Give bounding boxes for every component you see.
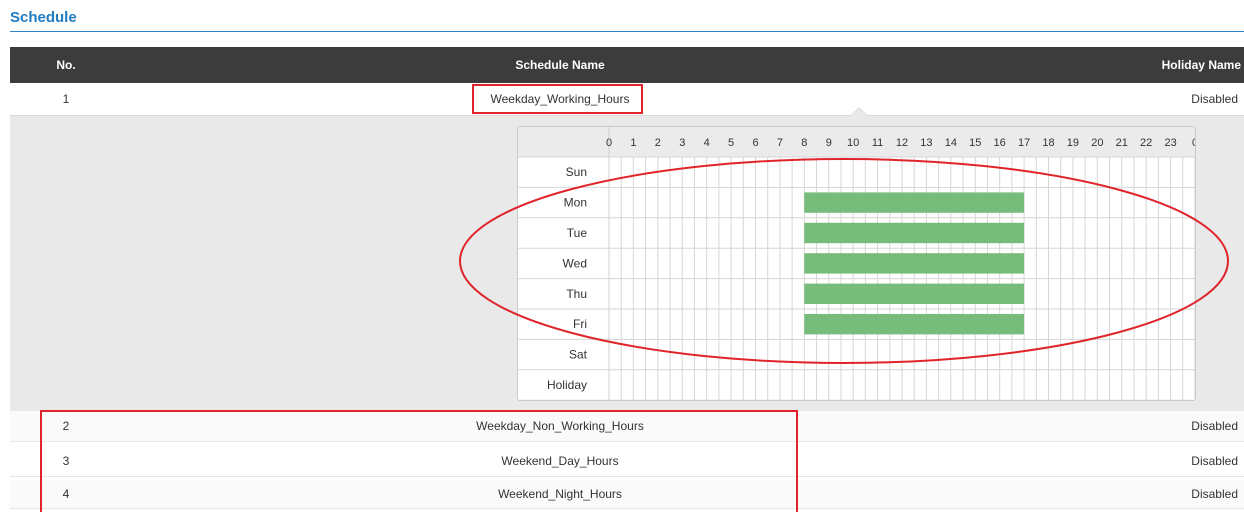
day-label: Sun: [566, 165, 587, 179]
holiday-name: Disabled: [1191, 419, 1238, 433]
hour-label: 12: [896, 137, 908, 149]
hour-label: 22: [1140, 137, 1152, 149]
schedule-name-link[interactable]: Weekday_Working_Hours: [360, 83, 760, 115]
day-label: Fri: [573, 317, 587, 331]
hour-label: 6: [752, 137, 758, 149]
hour-label: 11: [872, 137, 883, 149]
hour-label: 8: [801, 137, 807, 149]
holiday-name: Disabled: [1191, 487, 1238, 501]
hour-label: 10: [847, 137, 859, 149]
day-label: Tue: [567, 226, 588, 240]
active-time-block: [804, 283, 1025, 304]
column-header-holiday-name: Holiday Name: [1161, 58, 1241, 72]
table-row[interactable]: 3 Weekend_Day_Hours Disabled: [10, 446, 1244, 477]
column-header-schedule-name: Schedule Name: [515, 58, 605, 72]
hour-label: 16: [994, 137, 1006, 149]
hour-label: 17: [1018, 137, 1030, 149]
schedule-name-link[interactable]: Weekday_Non_Working_Hours: [360, 411, 760, 441]
hour-label: 20: [1091, 137, 1103, 149]
row-number: 2: [62, 419, 70, 433]
day-label: Mon: [564, 196, 587, 210]
hour-label: 2: [655, 137, 661, 149]
row-number: 1: [62, 92, 70, 106]
active-time-block: [804, 222, 1025, 244]
hour-label: 9: [826, 137, 832, 149]
row-number: 3: [62, 454, 70, 468]
hour-label: 0: [1192, 137, 1195, 149]
column-header-no: No.: [56, 58, 76, 72]
active-time-block: [804, 314, 1025, 335]
row-number: 4: [62, 487, 70, 501]
day-label: Sat: [569, 348, 588, 362]
schedule-detail-panel: 012345678910111213141516171819202122230S…: [10, 107, 1244, 411]
hour-label: 7: [777, 137, 783, 149]
title-divider: [10, 31, 1244, 32]
schedule-grid: 012345678910111213141516171819202122230S…: [517, 126, 1196, 401]
holiday-name: Disabled: [1191, 92, 1238, 106]
hour-label: 18: [1042, 137, 1054, 149]
active-time-block: [804, 192, 1025, 213]
hour-label: 13: [920, 137, 932, 149]
schedule-name-link[interactable]: Weekend_Day_Hours: [360, 446, 760, 476]
hour-label: 1: [630, 137, 636, 149]
hour-label: 15: [969, 137, 981, 149]
table-row[interactable]: 2 Weekday_Non_Working_Hours Disabled: [10, 411, 1244, 442]
day-label: Holiday: [547, 378, 587, 392]
active-time-block: [804, 253, 1025, 274]
table-row[interactable]: 1 Weekday_Working_Hours Disabled: [10, 83, 1244, 116]
hour-label: 5: [728, 137, 734, 149]
hour-label: 0: [606, 137, 612, 149]
schedule-name-link[interactable]: Weekend_Night_Hours: [360, 480, 760, 508]
panel-pointer: [850, 107, 868, 116]
hour-label: 14: [945, 137, 957, 149]
hour-label: 23: [1164, 137, 1176, 149]
hour-label: 19: [1067, 137, 1079, 149]
table-row[interactable]: 4 Weekend_Night_Hours Disabled: [10, 480, 1244, 509]
hour-label: 3: [679, 137, 685, 149]
holiday-name: Disabled: [1191, 454, 1238, 468]
day-label: Wed: [563, 256, 587, 270]
day-label: Thu: [566, 287, 587, 301]
hour-label: 4: [704, 137, 710, 149]
table-header: No. Schedule Name Holiday Name: [10, 47, 1244, 83]
hour-label: 21: [1116, 137, 1128, 149]
page-title: Schedule: [10, 9, 77, 26]
